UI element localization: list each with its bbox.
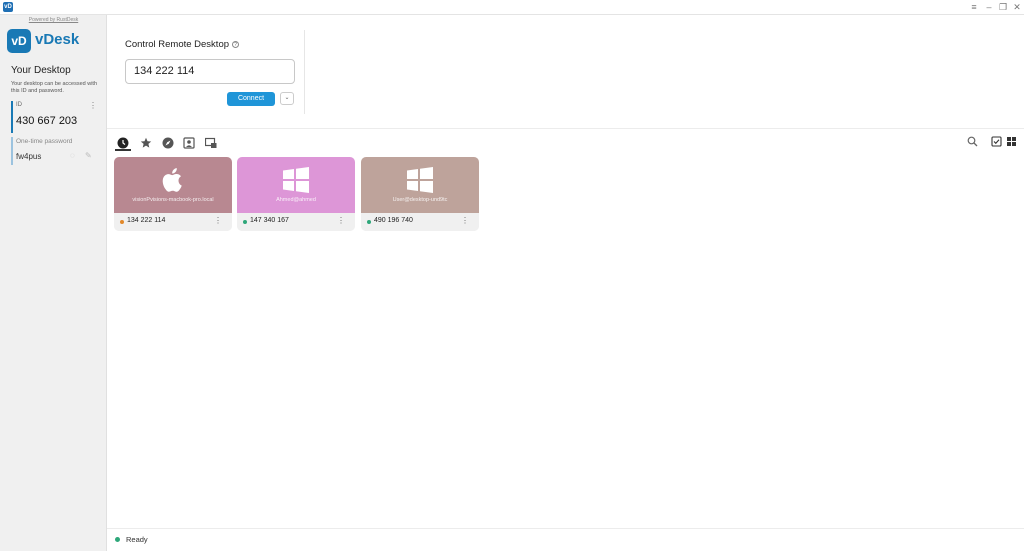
select-checkbox-icon[interactable] (990, 136, 1002, 148)
address-book-icon (183, 137, 195, 149)
id-more-icon[interactable]: ⋮ (89, 101, 97, 110)
help-icon[interactable]: ? (232, 41, 240, 48)
logo-text: vDesk (35, 31, 80, 48)
menu-icon[interactable]: ≡ (967, 1, 981, 13)
tab-address-book[interactable] (182, 136, 196, 149)
active-tab-indicator (115, 149, 131, 151)
windows-icon (407, 167, 433, 193)
connect-title: Control Remote Desktop? (125, 39, 240, 50)
peer-hostname: User@desktop-und9tc (392, 197, 448, 203)
remote-id-input[interactable]: 134 222 114 (125, 59, 295, 84)
connect-title-text: Control Remote Desktop (125, 39, 230, 50)
connect-button[interactable]: Connect (227, 92, 275, 106)
connect-options-chevron-icon[interactable]: ⌄ (280, 92, 294, 105)
status-dot (367, 220, 371, 224)
tab-discovered[interactable] (161, 136, 175, 149)
powered-by-link[interactable]: Powered by RustDesk (0, 17, 107, 23)
group-icon (204, 137, 217, 148)
peer-card-thumbnail: Ahmed@ahmed (237, 157, 355, 213)
grid-glyph (1006, 137, 1016, 146)
peer-card-footer: 147 340 167 ⋮ (237, 213, 355, 231)
peer-more-icon[interactable]: ⋮ (214, 216, 222, 225)
apple-icon (162, 168, 182, 192)
peer-id: 134 222 114 (127, 217, 166, 224)
peer-card-footer: 134 222 114 ⋮ (114, 213, 232, 231)
your-desktop-heading: Your Desktop (11, 65, 71, 76)
search-icon[interactable] (966, 136, 978, 148)
id-block: ID ⋮ 430 667 203 (11, 101, 99, 133)
peer-card[interactable]: Ahmed@ahmed 147 340 167 ⋮ (237, 157, 355, 231)
tab-recent[interactable] (115, 136, 131, 151)
peer-more-icon[interactable]: ⋮ (337, 216, 345, 225)
close-icon[interactable]: ✕ (1010, 1, 1024, 13)
status-text: Ready (126, 535, 148, 544)
refresh-password-icon[interactable]: ◌ (70, 151, 75, 160)
checkbox-glyph (990, 136, 1002, 147)
status-bar: Ready (107, 528, 1024, 551)
peer-card[interactable]: User@desktop-und9tc 490 196 740 ⋮ (361, 157, 479, 231)
peer-id: 147 340 167 (250, 217, 289, 224)
logo-badge: vD (7, 29, 31, 53)
peer-hostname: visionPvisions-macbook-pro.local (132, 197, 214, 203)
sidebar: Powered by RustDesk vD vDesk Your Deskto… (0, 15, 107, 551)
id-label: ID (16, 102, 22, 108)
divider (107, 128, 1024, 129)
status-dot (120, 220, 124, 224)
edit-password-icon[interactable]: ✎ (85, 151, 92, 160)
peer-card-thumbnail: User@desktop-und9tc (361, 157, 479, 213)
windows-icon (283, 167, 309, 193)
peer-card-thumbnail: visionPvisions-macbook-pro.local (114, 157, 232, 213)
title-bar: vD ≡ – ❐ ✕ (0, 0, 1024, 15)
otp-label: One-time password (16, 138, 73, 145)
peer-id: 490 196 740 (374, 217, 413, 224)
id-value: 430 667 203 (16, 115, 78, 127)
connect-panel: Control Remote Desktop? 134 222 114 Conn… (115, 30, 305, 114)
grid-view-icon[interactable] (1005, 136, 1017, 148)
your-desktop-description: Your desktop can be accessed with this I… (11, 81, 98, 94)
search-glyph (967, 136, 977, 147)
app-icon: vD (3, 2, 13, 12)
otp-value: fw4pus (16, 152, 42, 161)
otp-block: One-time password fw4pus ◌ ✎ (11, 137, 99, 165)
tab-favorites[interactable] (139, 136, 153, 148)
clock-icon (117, 137, 129, 149)
compass-icon (162, 137, 174, 149)
star-icon (140, 137, 152, 148)
peer-hostname: Ahmed@ahmed (276, 197, 316, 203)
status-dot (115, 537, 120, 542)
maximize-icon[interactable]: ❐ (996, 1, 1010, 13)
minimize-icon[interactable]: – (982, 1, 996, 13)
peer-card[interactable]: visionPvisions-macbook-pro.local 134 222… (114, 157, 232, 231)
peer-more-icon[interactable]: ⋮ (461, 216, 469, 225)
peer-card-footer: 490 196 740 ⋮ (361, 213, 479, 231)
status-dot (243, 220, 247, 224)
tab-group[interactable] (204, 136, 218, 148)
